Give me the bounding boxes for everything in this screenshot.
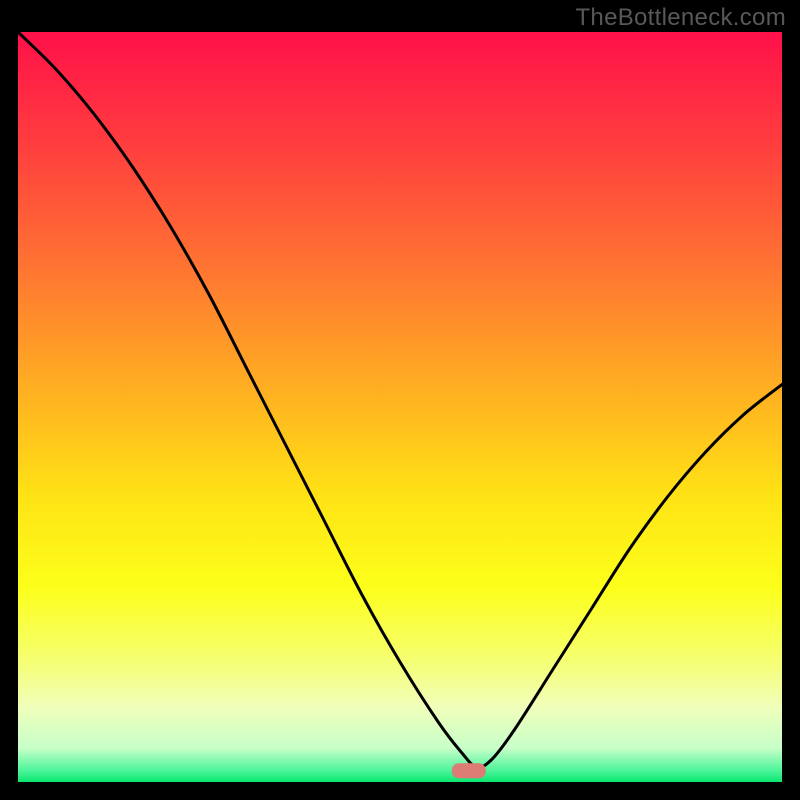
watermark-text: TheBottleneck.com: [575, 4, 786, 32]
gradient-background: [18, 32, 782, 782]
chart-frame: TheBottleneck.com: [0, 0, 800, 800]
chart-svg: [18, 32, 782, 782]
optimal-marker: [452, 763, 486, 778]
plot-area: [18, 32, 782, 782]
